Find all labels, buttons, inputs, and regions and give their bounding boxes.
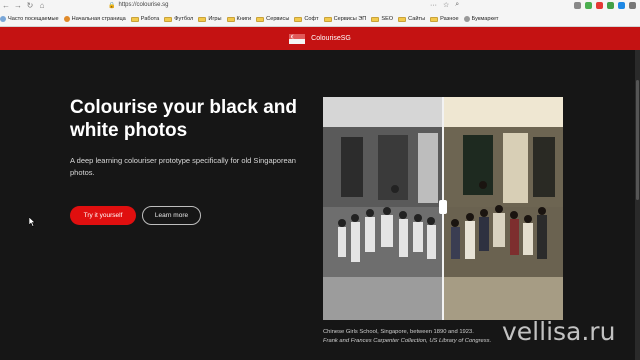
- folder-icon: [430, 16, 439, 22]
- bookmark-folder[interactable]: Софт: [294, 16, 319, 22]
- bookmark-folder[interactable]: Книги: [226, 16, 251, 22]
- extension-icon[interactable]: [607, 1, 614, 9]
- lock-icon: 🔒: [108, 2, 116, 9]
- folder-icon: [294, 16, 303, 22]
- bookmark-item[interactable]: Букмаркет: [463, 16, 498, 22]
- bookmark-item[interactable]: Начальная страница: [63, 16, 126, 22]
- learn-more-button[interactable]: Learn more: [142, 206, 201, 225]
- bookmarklet-icon: [463, 16, 470, 22]
- bookmark-item[interactable]: Часто посещаемые: [0, 16, 59, 22]
- home-icon[interactable]: ⌂: [36, 0, 48, 10]
- folder-icon: [226, 16, 235, 22]
- bookmark-folder[interactable]: Сайты: [398, 16, 425, 22]
- extension-icon[interactable]: [585, 1, 592, 9]
- forward-icon[interactable]: →: [12, 0, 24, 10]
- bookmark-folder[interactable]: Сервисы: [256, 16, 289, 22]
- hero-subtitle: A deep learning colouriser prototype spe…: [70, 156, 296, 177]
- bookmark-folder[interactable]: Работа: [130, 16, 159, 22]
- try-it-yourself-button[interactable]: Try it yourself: [70, 206, 136, 225]
- browser-chrome: ← → ↻ ⌂ 🔒 https://colourise.sg ··· ☆ ⌕ Ч…: [0, 0, 640, 27]
- extensions-toolbar: [574, 0, 636, 10]
- folder-icon: [164, 16, 173, 22]
- folder-icon: [256, 16, 265, 22]
- more-icon[interactable]: ···: [430, 2, 437, 9]
- watermark-text: vellisa.ru: [502, 317, 616, 346]
- bookmark-folder[interactable]: Разное: [430, 16, 459, 22]
- flag-crescent: [291, 34, 296, 38]
- site-brand[interactable]: ColouriseSG: [311, 35, 351, 42]
- mouse-cursor-icon: [29, 217, 36, 227]
- before-after-photo[interactable]: [323, 97, 563, 320]
- folder-icon: [371, 16, 380, 22]
- search-icon[interactable]: ⌕: [455, 1, 459, 9]
- bookmark-star-icon[interactable]: ☆: [443, 1, 449, 9]
- menu-icon[interactable]: [629, 1, 636, 9]
- folder-icon: [198, 16, 207, 22]
- reload-icon[interactable]: ↻: [24, 0, 36, 10]
- page-scrollbar[interactable]: [635, 50, 640, 360]
- singapore-flag-icon: [289, 33, 306, 44]
- firefox-icon: [63, 16, 70, 22]
- comparison-slider-handle: [439, 200, 447, 214]
- back-icon[interactable]: ←: [0, 0, 12, 10]
- bookmarks-bar: Часто посещаемые Начальная страница Рабо…: [0, 13, 640, 25]
- extension-icon[interactable]: [618, 1, 625, 9]
- scrollbar-thumb[interactable]: [636, 80, 639, 200]
- extension-icon[interactable]: [596, 1, 603, 9]
- hero-title: Colourise your black and white photos: [70, 97, 297, 141]
- address-bar[interactable]: 🔒 https://colourise.sg: [108, 1, 428, 9]
- address-bar-actions: ··· ☆ ⌕: [430, 0, 459, 10]
- folder-icon: [323, 16, 332, 22]
- url-text: https://colourise.sg: [118, 2, 169, 8]
- library-icon[interactable]: [574, 1, 581, 9]
- site-header: ColouriseSG: [0, 27, 640, 50]
- folder-icon: [398, 16, 407, 22]
- bookmark-folder[interactable]: Игры: [198, 16, 222, 22]
- bookmark-folder[interactable]: Футбол: [164, 16, 193, 22]
- globe-icon: [0, 16, 6, 22]
- bookmark-folder[interactable]: Сервисы ЭП: [323, 16, 366, 22]
- folder-icon: [130, 16, 139, 22]
- bookmark-folder[interactable]: SEO: [371, 16, 393, 22]
